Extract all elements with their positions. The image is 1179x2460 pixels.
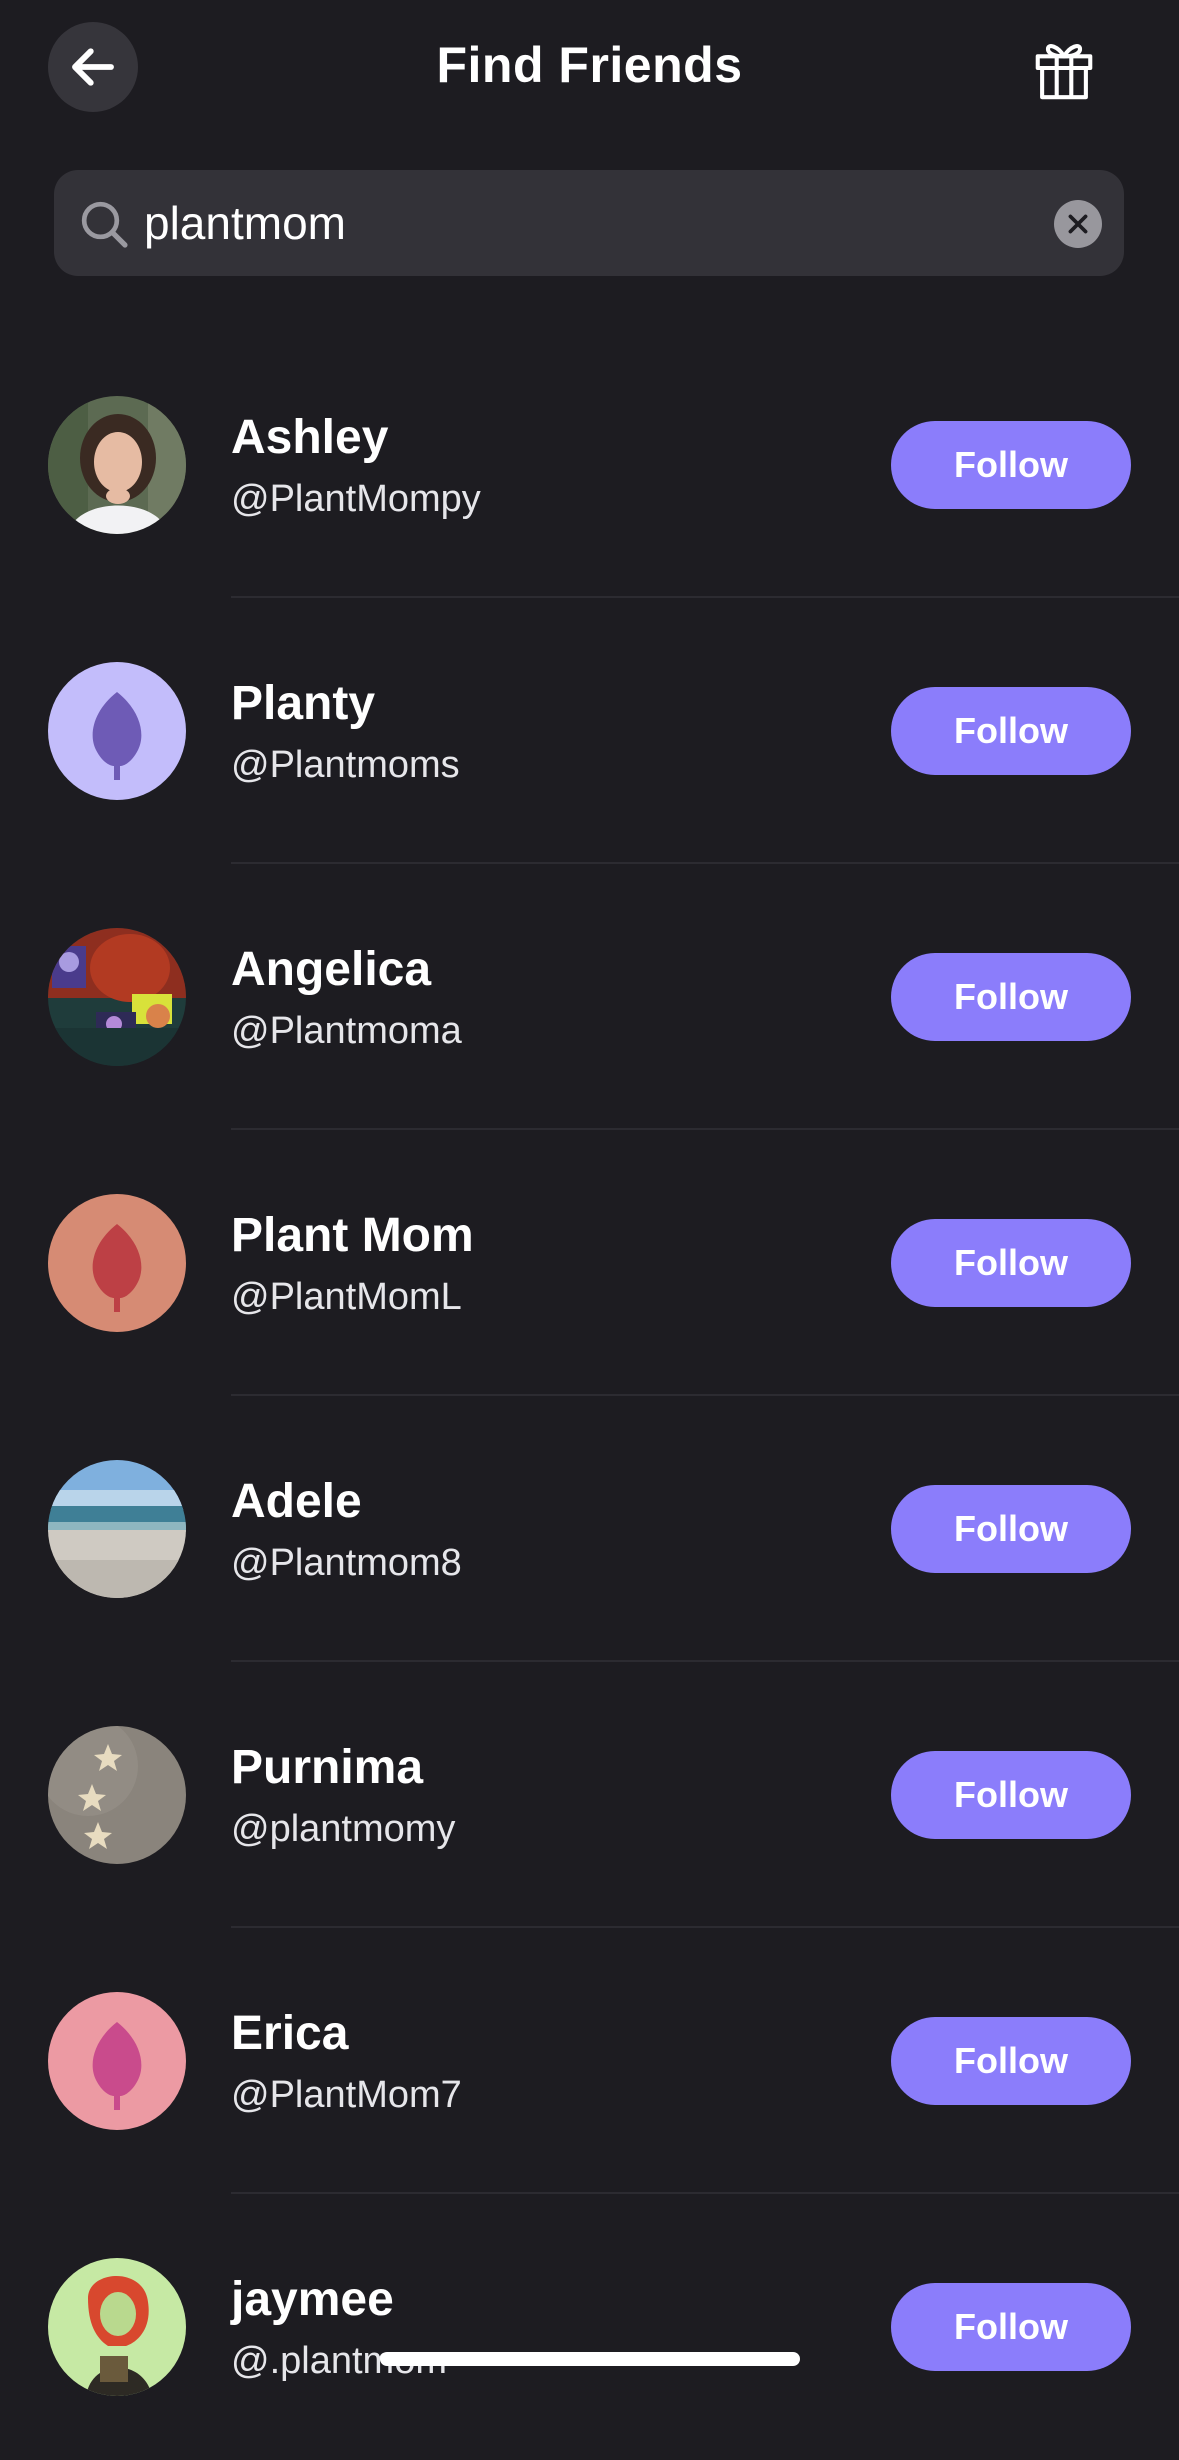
avatar-photo (48, 1460, 186, 1598)
user-name: Adele (231, 1475, 362, 1528)
clear-search-button[interactable] (1054, 200, 1102, 248)
list-item[interactable]: Planty @Plantmoms Follow (0, 598, 1179, 864)
list-item[interactable]: Angelica @Plantmoma Follow (0, 864, 1179, 1130)
search-bar[interactable] (54, 170, 1124, 276)
user-name: Planty (231, 677, 376, 730)
user-handle: @Plantmoma (231, 1010, 462, 1052)
follow-button[interactable]: Follow (891, 2017, 1131, 2105)
search-input[interactable] (144, 170, 1044, 276)
user-handle: @PlantMom7 (231, 2074, 462, 2116)
list-item[interactable]: Erica @PlantMom7 Follow (0, 1928, 1179, 2194)
follow-button[interactable]: Follow (891, 953, 1131, 1041)
user-name: Ashley (231, 411, 389, 464)
leaf-icon (48, 1992, 186, 2130)
avatar[interactable] (48, 928, 186, 1066)
avatar-photo (48, 928, 186, 1066)
header: Find Friends (0, 0, 1179, 140)
home-indicator[interactable] (380, 2352, 800, 2366)
clear-icon (1068, 214, 1088, 234)
user-name: jaymee (231, 2273, 394, 2326)
follow-button[interactable]: Follow (891, 1219, 1131, 1307)
avatar-illustration (48, 2258, 186, 2396)
list-item[interactable]: jaymee @.plantmom Follow (0, 2194, 1179, 2460)
user-name: Plant Mom (231, 1209, 474, 1262)
follow-button[interactable]: Follow (891, 687, 1131, 775)
gift-button[interactable] (1027, 30, 1101, 106)
avatar[interactable] (48, 1194, 186, 1332)
user-handle: @PlantMomL (231, 1276, 462, 1318)
list-item[interactable]: Ashley @PlantMompy Follow (0, 332, 1179, 598)
user-name: Erica (231, 2007, 349, 2060)
avatar[interactable] (48, 2258, 186, 2396)
leaf-icon (48, 1194, 186, 1332)
search-icon (81, 201, 128, 248)
avatar[interactable] (48, 1460, 186, 1598)
avatar-photo (48, 396, 186, 534)
list-item[interactable]: Adele @Plantmom8 Follow (0, 1396, 1179, 1662)
avatar[interactable] (48, 396, 186, 534)
avatar[interactable] (48, 1992, 186, 2130)
follow-button[interactable]: Follow (891, 1485, 1131, 1573)
gift-icon (1035, 44, 1093, 100)
follow-button[interactable]: Follow (891, 421, 1131, 509)
user-handle: @Plantmom8 (231, 1542, 462, 1584)
avatar[interactable] (48, 1726, 186, 1864)
leaf-icon (48, 662, 186, 800)
list-item[interactable]: Purnima @plantmomy Follow (0, 1662, 1179, 1928)
follow-button[interactable]: Follow (891, 1751, 1131, 1839)
results-list: Ashley @PlantMompy Follow Planty @Plantm… (0, 332, 1179, 2460)
page-title: Find Friends (436, 37, 743, 93)
user-handle: @plantmomy (231, 1808, 456, 1850)
follow-button[interactable]: Follow (891, 2283, 1131, 2371)
user-name: Angelica (231, 943, 432, 996)
user-handle: @Plantmoms (231, 744, 460, 786)
avatar-photo (48, 1726, 186, 1864)
avatar[interactable] (48, 662, 186, 800)
list-item[interactable]: Plant Mom @PlantMomL Follow (0, 1130, 1179, 1396)
user-handle: @PlantMompy (231, 478, 481, 520)
user-name: Purnima (231, 1741, 424, 1794)
